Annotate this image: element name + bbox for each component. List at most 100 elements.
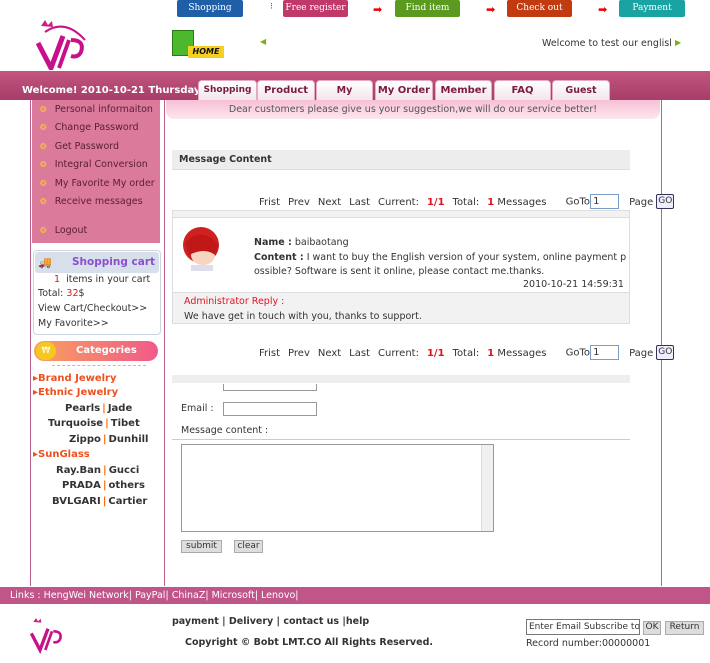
category-pair[interactable]: Pearls | Jade	[65, 403, 132, 414]
prev-link[interactable]: Prev	[288, 348, 310, 359]
link-paypal[interactable]: PayPal	[135, 590, 166, 601]
separator-icon: ⁝	[270, 2, 273, 12]
tab-my-order[interactable]: My Order	[375, 80, 433, 100]
email-label: Email :	[181, 403, 214, 414]
cart-title: Shopping cart	[72, 256, 156, 268]
home-icon[interactable]: HOME	[172, 28, 224, 60]
menu-change-password[interactable]: Change Password	[40, 122, 139, 133]
vip-logo[interactable]	[33, 18, 93, 75]
divider	[52, 365, 146, 366]
first-link[interactable]: Frist	[259, 197, 280, 208]
shopping-cart-box: 🚚 Shopping cart 1 items in your cart Tot…	[33, 250, 161, 335]
clear-button[interactable]: clear	[234, 540, 263, 553]
category-sunglass[interactable]: ▸SunGlass	[33, 449, 90, 460]
link-hengwei[interactable]: HengWei Network	[44, 590, 129, 601]
message-textarea[interactable]	[181, 444, 494, 532]
return-button[interactable]: Return	[665, 621, 704, 635]
categories-header: ₩ Categories	[34, 341, 158, 361]
payment-button[interactable]: Payment	[619, 0, 685, 17]
link-microsoft[interactable]: Microsoft	[212, 590, 255, 601]
scroll-left-icon[interactable]: ◀	[260, 37, 266, 46]
section-title: Message Content	[172, 150, 630, 170]
help-link[interactable]: help	[346, 616, 369, 627]
menu-get-password[interactable]: Get Password	[40, 141, 119, 152]
first-link[interactable]: Frist	[259, 348, 280, 359]
page-input[interactable]: 1	[590, 345, 620, 360]
divider	[172, 439, 630, 440]
tab-my-favorite[interactable]: My Favorite	[316, 80, 373, 115]
page-input[interactable]: 1	[590, 194, 620, 209]
category-pair[interactable]: Ray.Ban | Gucci	[56, 465, 139, 476]
menu-logout[interactable]: Logout	[40, 225, 88, 236]
go-button[interactable]: GO	[656, 345, 675, 360]
link-chinaz[interactable]: ChinaZ	[172, 590, 206, 601]
last-link[interactable]: Last	[349, 348, 370, 359]
record-number: Record number:00000001	[526, 638, 651, 649]
category-pair[interactable]: PRADA | others	[62, 480, 145, 491]
footer-links-bar: Links : HengWei Network| PayPal| ChinaZ|…	[0, 587, 710, 604]
prev-link[interactable]: Prev	[288, 197, 310, 208]
menu-personal-information[interactable]: Personal informaiton	[40, 104, 153, 115]
total-label: Total:	[38, 288, 64, 299]
category-pair[interactable]: BVLGARI | Cartier	[52, 496, 147, 507]
scroll-right-icon[interactable]: ▶	[675, 38, 681, 47]
subscribe-ok-button[interactable]: OK	[643, 621, 661, 635]
notice-bar: Dear customers please give us your sugge…	[166, 100, 660, 119]
tab-faq[interactable]: FAQ	[494, 80, 551, 100]
copyright: Copyright © Bobt LMT.CO All Rights Reser…	[185, 637, 433, 648]
next-link[interactable]: Next	[318, 348, 341, 359]
pagination-top: Frist Prev Next Last Current: 1/1 Total: 1 Mess…	[259, 194, 675, 209]
menu-integral-conversion[interactable]: Integral Conversion	[40, 159, 148, 170]
message-card: Name : baibaotang Content : I want to bu…	[172, 210, 630, 324]
form-divider	[172, 375, 630, 383]
name-field[interactable]	[223, 384, 317, 391]
name-label: Name :	[254, 237, 292, 248]
find-item-button[interactable]: Find item	[395, 0, 460, 17]
menu-receive-messages[interactable]: Receive messages	[40, 196, 143, 207]
tab-member[interactable]: Member	[435, 80, 492, 100]
category-ethnic-jewelry[interactable]: ▸Ethnic Jewelry	[33, 387, 118, 398]
user-avatar	[181, 225, 223, 271]
reply-label: Administrator Reply :	[184, 296, 285, 307]
arrow-right-icon: ➡	[373, 3, 383, 16]
shopping-guide-button[interactable]: Shopping guide	[177, 0, 243, 30]
message-content: I want to buy the English version of you…	[254, 252, 627, 277]
go-button[interactable]: GO	[656, 194, 675, 209]
cart-count-text: items in your cart	[66, 274, 151, 285]
welcome-date: Welcome! 2010-10-21 Thursday	[22, 85, 201, 96]
email-field[interactable]	[223, 402, 317, 416]
payment-link[interactable]: payment	[172, 616, 219, 627]
last-link[interactable]: Last	[349, 197, 370, 208]
arrow-right-icon: ➡	[486, 3, 496, 16]
tab-product[interactable]: Product	[257, 80, 315, 100]
welcome-marquee: Welcome to test our englisl	[542, 38, 672, 49]
category-pair[interactable]: Turquoise | Tibet	[48, 418, 140, 429]
member-menu: Personal informaiton Change Password Get…	[32, 100, 160, 243]
delivery-link[interactable]: Delivery	[229, 616, 273, 627]
tab-guest-book[interactable]: Guest Book	[552, 80, 610, 115]
check-out-button[interactable]: Check out	[507, 0, 572, 17]
cart-count: 1	[54, 274, 61, 285]
footer-nav: payment | Delivery | contact us |help	[172, 616, 370, 627]
view-cart-link[interactable]: View Cart/Checkout>>	[38, 303, 147, 314]
next-link[interactable]: Next	[318, 197, 341, 208]
content-label: Content :	[254, 252, 304, 263]
subscribe-email-input[interactable]: Enter Email Subscribe to m	[526, 619, 640, 635]
message-content-label: Message content :	[181, 425, 269, 436]
total-unit: $	[78, 288, 85, 299]
category-pair[interactable]: Zippo | Dunhill	[69, 434, 148, 445]
truck-icon: 🚚	[38, 256, 52, 269]
arrow-right-icon: ➡	[598, 3, 608, 16]
total-value: 32	[66, 288, 79, 299]
my-favorite-link[interactable]: My Favorite>>	[38, 318, 109, 329]
contact-link[interactable]: contact us	[283, 616, 339, 627]
textarea-scrollbar[interactable]	[481, 445, 493, 531]
menu-my-favorite-order[interactable]: My Favorite My order	[40, 178, 155, 189]
category-brand-jewelry[interactable]: ▸Brand Jewelry	[33, 373, 117, 384]
submit-button[interactable]: submit	[181, 540, 222, 553]
link-lenovo[interactable]: Lenovo	[261, 590, 295, 601]
reply-text: We have get in touch with you, thanks to…	[184, 311, 422, 322]
free-register-button[interactable]: Free register	[283, 0, 348, 17]
tab-shopping-cart[interactable]: Shopping Cart	[198, 80, 257, 114]
footer-logo	[28, 608, 68, 660]
